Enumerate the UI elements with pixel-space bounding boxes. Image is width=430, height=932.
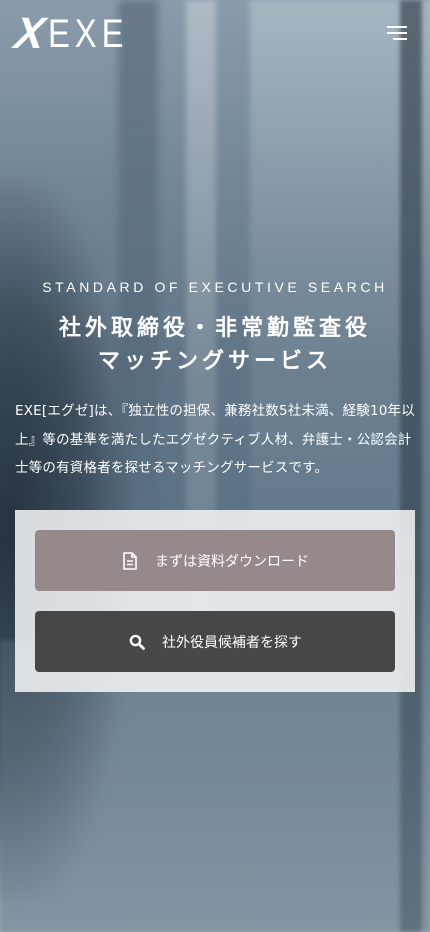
search-candidates-button[interactable]: 社外役員候補者を探す <box>35 611 395 672</box>
hero-headline-line1: 社外取締役・非常勤監査役 <box>58 316 371 341</box>
hero-tagline: STANDARD OF EXECUTIVE SEARCH <box>42 279 388 295</box>
hero-headline-line2: マッチングサービス <box>97 349 332 374</box>
exe-logo[interactable]: X EXE <box>11 9 146 58</box>
document-icon <box>121 551 139 570</box>
hamburger-menu-icon[interactable] <box>383 24 407 44</box>
download-materials-label: まずは資料ダウンロード <box>155 553 309 570</box>
logo-mark: X <box>11 9 48 58</box>
search-icon <box>128 633 146 651</box>
hero-headline: 社外取締役・非常勤監査役 マッチングサービス <box>0 312 430 378</box>
hero-description: EXE[エグゼ]は、『独立性の担保、兼務社数5社未満、経験10年以上』等の基準を… <box>15 403 415 476</box>
search-candidates-label: 社外役員候補者を探す <box>162 634 302 651</box>
logo-text: EXE <box>48 12 129 56</box>
download-materials-button[interactable]: まずは資料ダウンロード <box>35 530 395 591</box>
cta-panel: まずは資料ダウンロード 社外役員候補者を探す <box>15 510 415 692</box>
